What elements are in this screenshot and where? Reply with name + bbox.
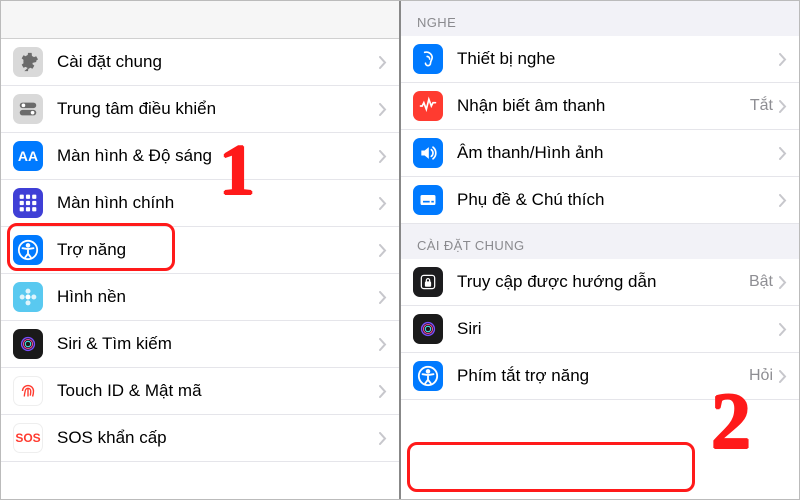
chevron-icon: [779, 323, 787, 336]
right-content: NGHE Thiết bị nghe Nhận biết âm thanhTắt Âm…: [401, 1, 799, 400]
row-label: Siri & Tìm kiếm: [57, 334, 379, 354]
row-label: Màn hình chính: [57, 193, 379, 213]
row-label: Cài đặt chung: [57, 52, 379, 72]
highlight-step2: [407, 442, 695, 492]
aa-icon: AA: [13, 141, 43, 171]
left-list: Cài đặt chung Trung tâm điều khiển AA Màn h…: [1, 39, 399, 462]
row-label: Thiết bị nghe: [457, 49, 779, 69]
section-header: NGHE: [401, 1, 799, 36]
siri-icon: [413, 314, 443, 344]
sos-icon: SOS: [13, 423, 43, 453]
chevron-icon: [379, 150, 387, 163]
accessibility-icon: [13, 235, 43, 265]
chevron-icon: [379, 103, 387, 116]
row-c-i-t-chung[interactable]: Cài đặt chung: [1, 39, 399, 86]
row-value: Tắt: [750, 97, 773, 115]
chevron-icon: [779, 147, 787, 160]
settings-left-pane: Cài đặt chung Trung tâm điều khiển AA Màn h…: [1, 1, 399, 499]
row--m-thanh-h-nh-nh[interactable]: Âm thanh/Hình ảnh: [401, 130, 799, 177]
chevron-icon: [379, 56, 387, 69]
row-label: Trợ năng: [57, 240, 379, 260]
row-label: Phím tắt trợ năng: [457, 366, 749, 386]
chevron-icon: [779, 194, 787, 207]
chevron-icon: [779, 100, 787, 113]
grid-icon: [13, 188, 43, 218]
switch-icon: [13, 94, 43, 124]
chevron-icon: [779, 370, 787, 383]
row-label: Touch ID & Mật mã: [57, 381, 379, 401]
row-m-n-h-nh-ch-nh[interactable]: Màn hình chính: [1, 180, 399, 227]
accessibility-icon: [413, 361, 443, 391]
speaker-icon: [413, 138, 443, 168]
row-trung-t-m-i-u-khi-n[interactable]: Trung tâm điều khiển: [1, 86, 399, 133]
subtitle-icon: [413, 185, 443, 215]
row-value: Hỏi: [749, 367, 773, 385]
row-label: Phụ đề & Chú thích: [457, 190, 779, 210]
row-thi-t-b-nghe[interactable]: Thiết bị nghe: [401, 36, 799, 83]
flower-icon: [13, 282, 43, 312]
row-ph-ch-th-ch[interactable]: Phụ đề & Chú thích: [401, 177, 799, 224]
row-value: Bật: [749, 273, 773, 291]
chevron-icon: [379, 338, 387, 351]
row-m-n-h-nh-s-ng[interactable]: AA Màn hình & Độ sáng: [1, 133, 399, 180]
chevron-icon: [779, 53, 787, 66]
touchid-icon: [13, 376, 43, 406]
chevron-icon: [379, 197, 387, 210]
chevron-icon: [779, 276, 787, 289]
row-truy-c-p-c-h-ng-d-n[interactable]: Truy cập được hướng dẫnBật: [401, 259, 799, 306]
row-label: Trung tâm điều khiển: [57, 99, 379, 119]
ear-icon: [413, 44, 443, 74]
row-label: Truy cập được hướng dẫn: [457, 272, 749, 292]
gear-icon: [13, 47, 43, 77]
chevron-icon: [379, 385, 387, 398]
row-label: Hình nền: [57, 287, 379, 307]
row-ph-m-t-t-tr-n-ng[interactable]: Phím tắt trợ năngHỏi: [401, 353, 799, 400]
left-header: [1, 1, 399, 39]
row-siri[interactable]: Siri: [401, 306, 799, 353]
row-label: SOS khẩn cấp: [57, 428, 379, 448]
row-tr-n-ng[interactable]: Trợ năng: [1, 227, 399, 274]
row-siri-t-m-ki-m[interactable]: Siri & Tìm kiếm: [1, 321, 399, 368]
row-label: Nhận biết âm thanh: [457, 96, 750, 116]
row-label: Âm thanh/Hình ảnh: [457, 143, 779, 163]
row-nh-n-bi-t-m-thanh[interactable]: Nhận biết âm thanhTắt: [401, 83, 799, 130]
wave-icon: [413, 91, 443, 121]
row-label: Màn hình & Độ sáng: [57, 146, 379, 166]
chevron-icon: [379, 432, 387, 445]
siri-icon: [13, 329, 43, 359]
chevron-icon: [379, 244, 387, 257]
row-h-nh-n-n[interactable]: Hình nền: [1, 274, 399, 321]
row-label: Siri: [457, 319, 779, 339]
chevron-icon: [379, 291, 387, 304]
row-touch-id-m-t-m-[interactable]: Touch ID & Mật mã: [1, 368, 399, 415]
row-sos-kh-n-c-p[interactable]: SOS SOS khẩn cấp: [1, 415, 399, 462]
lock-icon: [413, 267, 443, 297]
settings-right-pane: NGHE Thiết bị nghe Nhận biết âm thanhTắt Âm…: [399, 1, 799, 499]
section-header: CÀI ĐẶT CHUNG: [401, 224, 799, 259]
